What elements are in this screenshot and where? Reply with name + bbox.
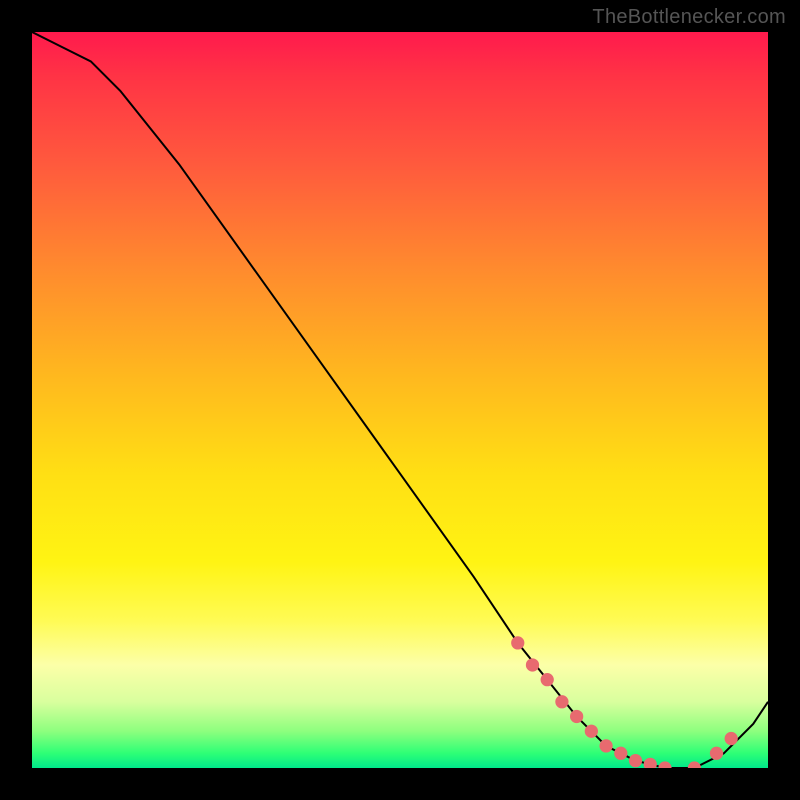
marker-dot xyxy=(644,758,657,768)
curve-line xyxy=(32,32,768,768)
marker-dot xyxy=(570,710,583,723)
line-series xyxy=(32,32,768,768)
marker-dot xyxy=(629,754,642,767)
marker-dot xyxy=(526,658,539,671)
marker-dot xyxy=(511,636,524,649)
marker-dot xyxy=(614,747,627,760)
marker-dot xyxy=(725,732,738,745)
marker-dot xyxy=(541,673,554,686)
marker-dot xyxy=(555,695,568,708)
watermark-text: TheBottlenecker.com xyxy=(592,6,786,29)
marker-series xyxy=(511,636,738,768)
marker-dot xyxy=(585,725,598,738)
chart-container: TheBottlenecker.com xyxy=(0,0,800,800)
marker-dot xyxy=(599,739,612,752)
marker-dot xyxy=(658,761,671,768)
marker-dot xyxy=(688,761,701,768)
plot-area xyxy=(32,32,768,768)
chart-svg xyxy=(32,32,768,768)
marker-dot xyxy=(710,747,723,760)
